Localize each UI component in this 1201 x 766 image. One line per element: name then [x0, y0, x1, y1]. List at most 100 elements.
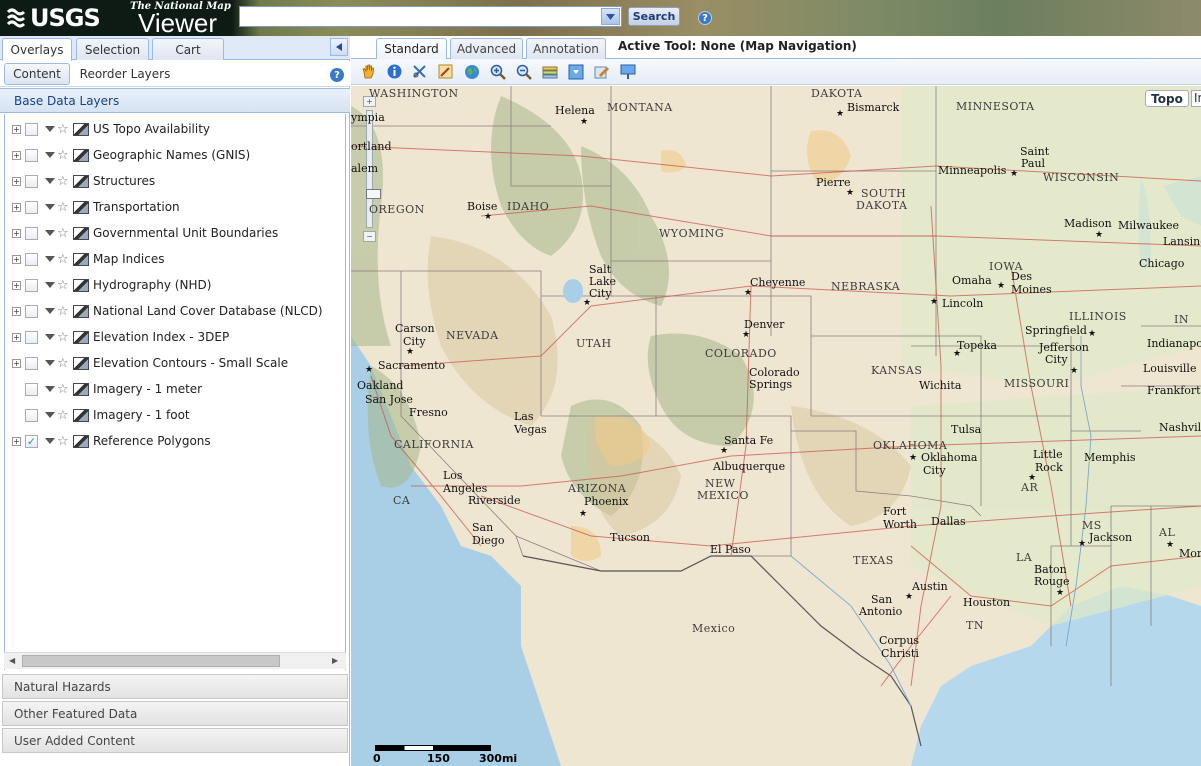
layer-row[interactable]: + ☆ Elevation Index - 3DEP: [5, 326, 345, 348]
favorite-star-icon[interactable]: ☆: [57, 383, 69, 396]
layer-row[interactable]: ☆ Imagery - 1 foot: [5, 404, 345, 426]
layer-row[interactable]: + ☆ Hydrography (NHD): [5, 274, 345, 296]
expand-plus-icon[interactable]: +: [12, 332, 21, 342]
layer-row[interactable]: + ☆ National Land Cover Database (NLCD): [5, 300, 345, 322]
layer-checkbox[interactable]: [25, 148, 38, 162]
expand-plus-icon[interactable]: +: [12, 436, 21, 446]
download-icon[interactable]: [567, 63, 584, 80]
layer-row[interactable]: + ☆ US Topo Availability: [5, 118, 345, 140]
layer-row[interactable]: + ☆ Transportation: [5, 196, 345, 218]
favorite-star-icon[interactable]: ☆: [57, 331, 69, 344]
scrollbar-thumb[interactable]: [22, 655, 280, 667]
tab-advanced[interactable]: Advanced: [450, 38, 523, 59]
layer-row[interactable]: + ☆ Governmental Unit Boundaries: [5, 222, 345, 244]
tab-content[interactable]: Content: [4, 63, 70, 85]
layer-row[interactable]: + ☆ Geographic Names (GNIS): [5, 144, 345, 166]
layer-checkbox[interactable]: [25, 304, 38, 318]
usgs-logo[interactable]: USGS The National Map Viewer: [6, 1, 231, 36]
favorite-star-icon[interactable]: ☆: [57, 175, 69, 188]
layer-menu-caret-icon[interactable]: [45, 412, 55, 418]
tab-selection[interactable]: Selection: [76, 38, 149, 60]
layer-menu-caret-icon[interactable]: [45, 308, 55, 314]
layer-menu-caret-icon[interactable]: [45, 360, 55, 366]
pin-icon[interactable]: [619, 63, 636, 80]
favorite-star-icon[interactable]: ☆: [57, 201, 69, 214]
tab-cart[interactable]: Cart: [152, 38, 224, 60]
layer-checkbox[interactable]: [25, 226, 38, 240]
tab-overlays[interactable]: Overlays: [2, 38, 72, 61]
accordion-natural-hazards[interactable]: Natural Hazards: [2, 674, 348, 699]
layer-menu-caret-icon[interactable]: [45, 386, 55, 392]
layers-icon[interactable]: [541, 63, 558, 80]
layer-menu-caret-icon[interactable]: [45, 256, 55, 262]
expand-plus-icon[interactable]: +: [12, 176, 21, 186]
favorite-star-icon[interactable]: ☆: [57, 253, 69, 266]
layer-menu-caret-icon[interactable]: [45, 152, 55, 158]
expand-plus-icon[interactable]: +: [12, 228, 21, 238]
tab-reorder-layers[interactable]: Reorder Layers: [76, 63, 174, 85]
layer-checkbox[interactable]: [25, 252, 38, 266]
zoom-thumb[interactable]: [366, 189, 381, 199]
expand-plus-icon[interactable]: +: [12, 306, 21, 316]
layer-menu-caret-icon[interactable]: [45, 126, 55, 132]
accordion-other-featured-data[interactable]: Other Featured Data: [2, 701, 348, 726]
identify-info-icon[interactable]: [386, 63, 403, 80]
expand-plus-icon[interactable]: +: [12, 254, 21, 264]
edit-icon[interactable]: [593, 63, 610, 80]
layer-checkbox[interactable]: [25, 330, 38, 344]
favorite-star-icon[interactable]: ☆: [57, 123, 69, 136]
help-icon[interactable]: ?: [330, 68, 344, 82]
layer-row[interactable]: + ☆ Elevation Contours - Small Scale: [5, 352, 345, 374]
favorite-star-icon[interactable]: ☆: [57, 409, 69, 422]
draw-icon[interactable]: [437, 63, 454, 80]
expand-plus-icon[interactable]: +: [12, 202, 21, 212]
layer-menu-caret-icon[interactable]: [45, 334, 55, 340]
layer-checkbox[interactable]: [25, 382, 38, 396]
layer-checkbox[interactable]: [25, 122, 38, 136]
search-input[interactable]: [240, 7, 602, 26]
scroll-right-icon[interactable]: ▶: [332, 656, 338, 665]
favorite-star-icon[interactable]: ☆: [57, 305, 69, 318]
horizontal-scrollbar[interactable]: ◀ ▶: [4, 652, 346, 669]
measure-icon[interactable]: [411, 63, 428, 80]
expand-plus-icon[interactable]: +: [12, 280, 21, 290]
globe-icon[interactable]: [463, 63, 480, 80]
favorite-star-icon[interactable]: ☆: [57, 435, 69, 448]
map-canvas[interactable]: Topo Im + − WASHINGTON MONTANA DAKOTA MI…: [351, 86, 1201, 766]
layer-menu-caret-icon[interactable]: [45, 438, 55, 444]
layer-row[interactable]: + ✓ ☆ Reference Polygons: [5, 430, 345, 452]
search-dropdown-button[interactable]: [601, 8, 620, 25]
expand-plus-icon[interactable]: +: [12, 124, 21, 134]
base-data-layers-header[interactable]: Base Data Layers: [0, 88, 350, 113]
layer-checkbox[interactable]: [25, 174, 38, 188]
zoom-in-icon[interactable]: [489, 63, 506, 80]
layer-menu-caret-icon[interactable]: [45, 230, 55, 236]
layer-row[interactable]: + ☆ Structures: [5, 170, 345, 192]
favorite-star-icon[interactable]: ☆: [57, 149, 69, 162]
favorite-star-icon[interactable]: ☆: [57, 279, 69, 292]
layer-checkbox[interactable]: ✓: [25, 434, 38, 448]
layer-row[interactable]: + ☆ Map Indices: [5, 248, 345, 270]
accordion-user-added-content[interactable]: User Added Content: [2, 728, 348, 753]
layer-menu-caret-icon[interactable]: [45, 204, 55, 210]
basemap-topo-button[interactable]: Topo: [1145, 90, 1189, 107]
zoom-out-icon[interactable]: [515, 63, 532, 80]
zoom-out-button[interactable]: −: [363, 231, 376, 242]
search-button[interactable]: Search: [628, 7, 680, 26]
tab-standard[interactable]: Standard: [376, 38, 447, 59]
scroll-left-icon[interactable]: ◀: [9, 656, 15, 665]
layer-checkbox[interactable]: [25, 408, 38, 422]
layer-checkbox[interactable]: [25, 356, 38, 370]
help-icon[interactable]: ?: [698, 11, 712, 25]
pan-hand-icon[interactable]: [360, 63, 377, 80]
expand-plus-icon[interactable]: +: [12, 358, 21, 368]
collapse-panel-button[interactable]: [330, 38, 348, 56]
layer-checkbox[interactable]: [25, 278, 38, 292]
layer-row[interactable]: ☆ Imagery - 1 meter: [5, 378, 345, 400]
expand-plus-icon[interactable]: +: [12, 150, 21, 160]
layer-menu-caret-icon[interactable]: [45, 282, 55, 288]
favorite-star-icon[interactable]: ☆: [57, 357, 69, 370]
layer-checkbox[interactable]: [25, 200, 38, 214]
basemap-imagery-button[interactable]: Im: [1191, 90, 1201, 107]
tab-annotation[interactable]: Annotation: [526, 38, 606, 59]
